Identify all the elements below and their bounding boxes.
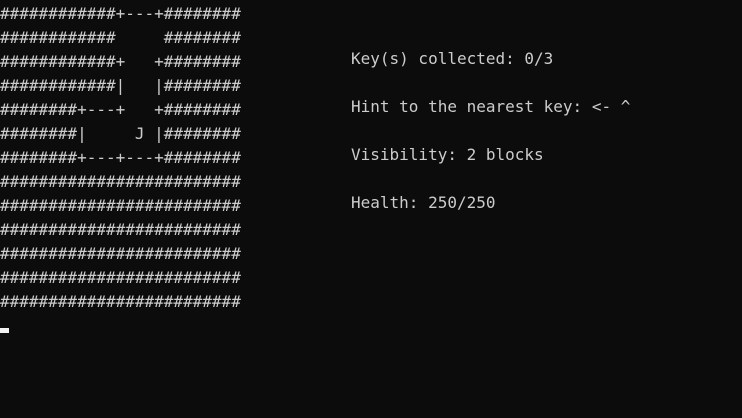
map-row-player: ########| J |######## bbox=[0, 124, 241, 143]
map-row: ######################### bbox=[0, 268, 241, 287]
status-panel: Key(s) collected: 0/3 Hint to the neares… bbox=[351, 47, 630, 239]
map-row: ######################### bbox=[0, 172, 241, 191]
map-row: ######################### bbox=[0, 244, 241, 263]
keys-collected-text: Key(s) collected: 0/3 bbox=[351, 49, 554, 68]
map-row: ########+---+---+######## bbox=[0, 148, 241, 167]
terminal-window: ############+---+######## ############ #… bbox=[0, 0, 742, 418]
map-row: ########+---+ +######## bbox=[0, 100, 241, 119]
nearest-key-hint-text: Hint to the nearest key: <- ^ bbox=[351, 97, 631, 116]
map-row: ############+---+######## bbox=[0, 4, 241, 23]
map-row: ############ ######## bbox=[0, 28, 241, 47]
health-text: Health: 250/250 bbox=[351, 193, 496, 212]
map-row: ######################### bbox=[0, 196, 241, 215]
map-row: ######################### bbox=[0, 220, 241, 239]
map-row: ############| |######## bbox=[0, 76, 241, 95]
dungeon-map: ############+---+######## ############ #… bbox=[0, 2, 241, 314]
map-row: ######################### bbox=[0, 292, 241, 311]
map-row: ############+ +######## bbox=[0, 52, 241, 71]
visibility-text: Visibility: 2 blocks bbox=[351, 145, 544, 164]
text-cursor[interactable] bbox=[0, 328, 9, 333]
